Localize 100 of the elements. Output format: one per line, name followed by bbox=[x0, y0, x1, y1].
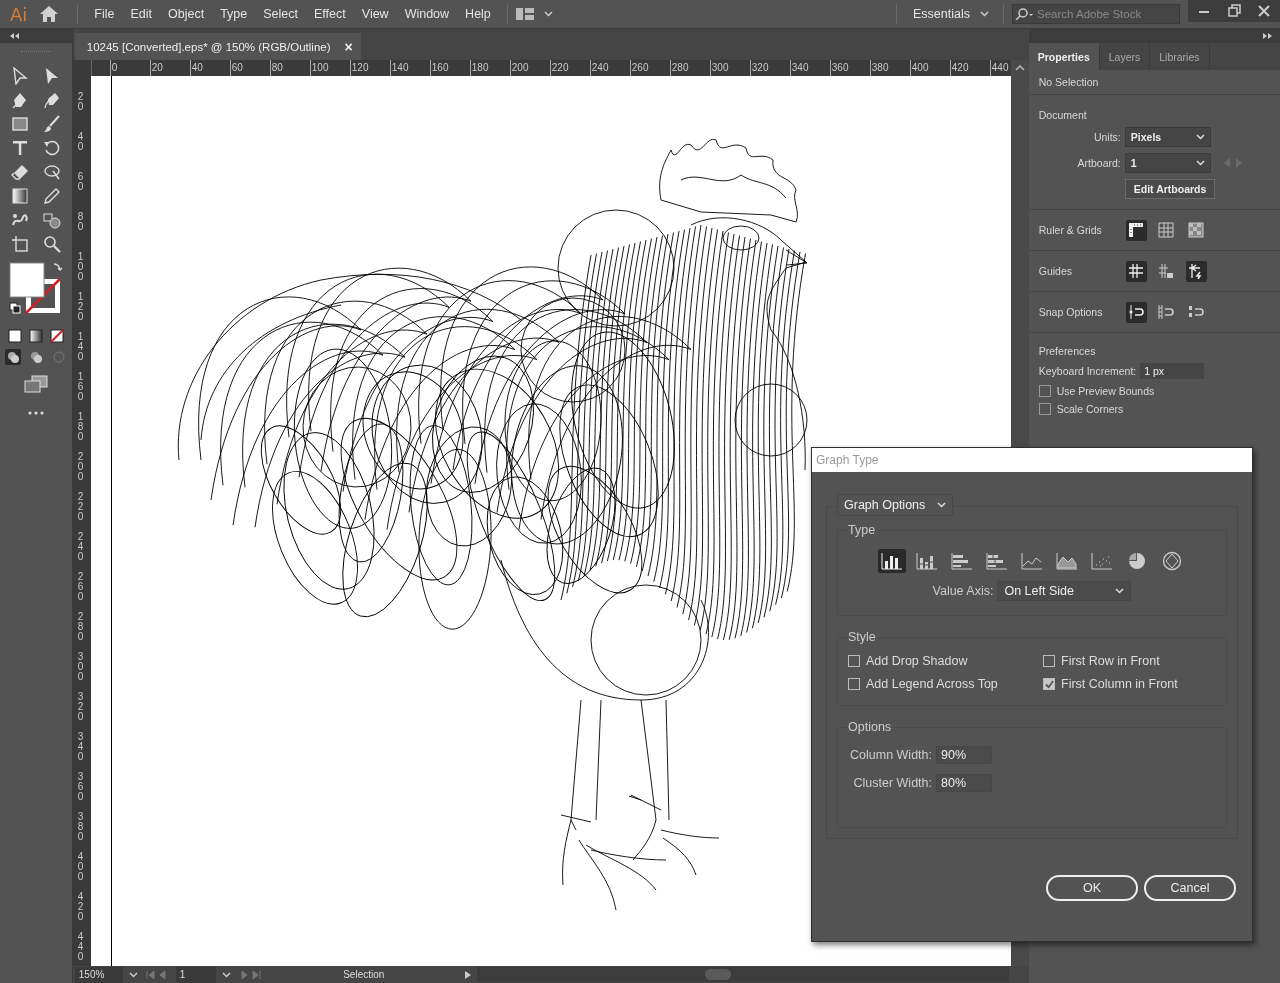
shaper-icon[interactable] bbox=[42, 163, 61, 181]
input-field[interactable]: 80% bbox=[936, 774, 992, 792]
panel-tab[interactable]: Properties bbox=[1028, 43, 1100, 70]
artboard-field[interactable]: 1 bbox=[175, 966, 216, 983]
edit-artboards-button[interactable]: Edit Artboards bbox=[1124, 179, 1216, 199]
toggle-button[interactable] bbox=[1185, 260, 1207, 282]
curvature-pen-icon[interactable] bbox=[42, 91, 61, 109]
document-title: 10245 [Converted].eps* @ 150% (RGB/Outline) bbox=[86, 40, 331, 53]
scroll-up-icon[interactable] bbox=[1014, 65, 1025, 71]
menu-item[interactable]: File bbox=[86, 7, 123, 21]
zoom-icon[interactable] bbox=[42, 235, 61, 253]
input-field[interactable]: 90% bbox=[936, 746, 992, 764]
ruler-label: 340 bbox=[77, 730, 84, 764]
field-label: Artboard: bbox=[1076, 157, 1121, 169]
selection-status: No Selection bbox=[1038, 76, 1099, 88]
checkbox[interactable] bbox=[848, 655, 860, 667]
snap-glyph-icon bbox=[1188, 304, 1205, 320]
chevron-icon[interactable] bbox=[128, 971, 138, 978]
checkbox[interactable] bbox=[1038, 385, 1051, 397]
value-axis-dropdown[interactable]: On Left Side bbox=[997, 581, 1132, 601]
menu-item[interactable]: Type bbox=[212, 7, 256, 21]
eyedropper-icon[interactable] bbox=[42, 187, 61, 205]
none-mode-icon[interactable] bbox=[49, 329, 64, 343]
gradient-mode-icon[interactable] bbox=[28, 329, 43, 343]
checkbox-label: Add Legend Across Top bbox=[866, 677, 998, 691]
rectangle-icon[interactable] bbox=[10, 115, 29, 133]
checkbox[interactable] bbox=[1043, 655, 1055, 667]
ruler-label: 320 bbox=[77, 690, 84, 724]
menu-item[interactable]: Select bbox=[255, 7, 307, 21]
section-heading: Preferences bbox=[1038, 345, 1097, 357]
brush-icon[interactable] bbox=[42, 115, 61, 133]
eraser-icon[interactable] bbox=[10, 163, 29, 181]
menu-item[interactable]: Window bbox=[396, 7, 458, 21]
color-mode-icon[interactable] bbox=[7, 329, 22, 343]
section-heading: Ruler & Grids bbox=[1038, 224, 1103, 236]
toggle-button[interactable] bbox=[1155, 219, 1177, 241]
layout-icon[interactable] bbox=[515, 8, 534, 20]
field-label: Value Axis: bbox=[932, 584, 994, 598]
search-field[interactable]: Search Adobe Stock bbox=[1012, 4, 1180, 24]
toggle-button[interactable] bbox=[1125, 219, 1147, 241]
workspace-switcher[interactable]: Essentials bbox=[905, 7, 995, 21]
menu-item[interactable]: Edit bbox=[122, 7, 161, 21]
checkbox-label: First Row in Front bbox=[1061, 654, 1160, 668]
selection-arrow-icon[interactable] bbox=[10, 67, 29, 85]
zoom-field[interactable]: 150% bbox=[74, 966, 123, 983]
units-dropdown[interactable]: Pixels bbox=[1124, 127, 1211, 147]
panel-tab[interactable]: Layers bbox=[1099, 43, 1151, 70]
toggle-button[interactable] bbox=[1125, 260, 1147, 282]
pen-icon[interactable] bbox=[10, 91, 29, 109]
gradient-icon[interactable] bbox=[10, 187, 29, 205]
field-label: Column Width: bbox=[849, 748, 932, 762]
draw-normal-icon[interactable] bbox=[4, 349, 21, 365]
ruler-icon bbox=[1128, 222, 1145, 238]
close-tab-button[interactable]: × bbox=[344, 38, 353, 55]
home-icon[interactable] bbox=[39, 5, 60, 23]
play-icon[interactable] bbox=[464, 970, 471, 979]
checkbox[interactable] bbox=[848, 678, 860, 690]
more-icon[interactable] bbox=[27, 411, 44, 415]
snap-pixel-icon bbox=[1158, 304, 1175, 320]
options-dropdown[interactable]: Graph Options bbox=[837, 494, 954, 516]
checkbox[interactable] bbox=[1043, 678, 1055, 690]
rotate-icon[interactable] bbox=[42, 139, 61, 157]
graph-type-button[interactable] bbox=[878, 549, 906, 573]
menu-item[interactable]: View bbox=[353, 7, 397, 21]
artboard-dropdown[interactable]: 1 bbox=[1124, 153, 1211, 173]
collapse-icon[interactable] bbox=[10, 33, 20, 39]
ruler-label: 260 bbox=[77, 570, 84, 604]
ruler-label: 220 bbox=[77, 490, 84, 524]
group-heading: Type bbox=[848, 523, 876, 537]
chevron-icon bbox=[937, 502, 947, 508]
checkbox[interactable] bbox=[1038, 403, 1051, 415]
field-label: Keyboard Increment: bbox=[1038, 365, 1137, 377]
checkbox-label: First Column in Front bbox=[1061, 677, 1178, 691]
chevron-icon[interactable] bbox=[543, 11, 553, 17]
checkbox-label: Scale Corners bbox=[1056, 403, 1124, 415]
increment-field[interactable]: 1 px bbox=[1140, 363, 1205, 379]
chevron-icon[interactable] bbox=[221, 971, 231, 978]
screen-mode-icon[interactable] bbox=[23, 375, 48, 393]
section-heading: Guides bbox=[1038, 265, 1074, 277]
checkbox-label: Use Preview Bounds bbox=[1056, 385, 1155, 397]
toggle-button[interactable] bbox=[1125, 301, 1147, 323]
chevron-icon bbox=[1115, 588, 1125, 594]
section-heading: Document bbox=[1038, 109, 1088, 121]
panel-tab[interactable]: Libraries bbox=[1150, 43, 1210, 70]
cancel-button[interactable]: Cancel bbox=[1144, 875, 1236, 901]
ok-button[interactable]: OK bbox=[1046, 875, 1138, 901]
document-tab[interactable]: 10245 [Converted].eps* @ 150% (RGB/Outline) × bbox=[74, 33, 361, 60]
artboard-icon[interactable] bbox=[10, 235, 29, 253]
expand-icon[interactable] bbox=[1262, 33, 1272, 39]
horizontal-scrollbar[interactable] bbox=[476, 967, 1009, 982]
snap-point-icon bbox=[1128, 304, 1145, 320]
shape-builder-icon[interactable] bbox=[42, 211, 61, 229]
toggle-button[interactable] bbox=[1185, 219, 1207, 241]
menu-item[interactable]: Object bbox=[160, 7, 213, 21]
type-tool-icon[interactable] bbox=[10, 139, 29, 157]
menu-item[interactable]: Effect bbox=[306, 7, 354, 21]
ruler-label: 80 bbox=[77, 210, 84, 234]
ruler-label: 60 bbox=[77, 170, 84, 194]
ruler-label: 420 bbox=[77, 890, 84, 924]
menu-item[interactable]: Help bbox=[457, 7, 499, 21]
